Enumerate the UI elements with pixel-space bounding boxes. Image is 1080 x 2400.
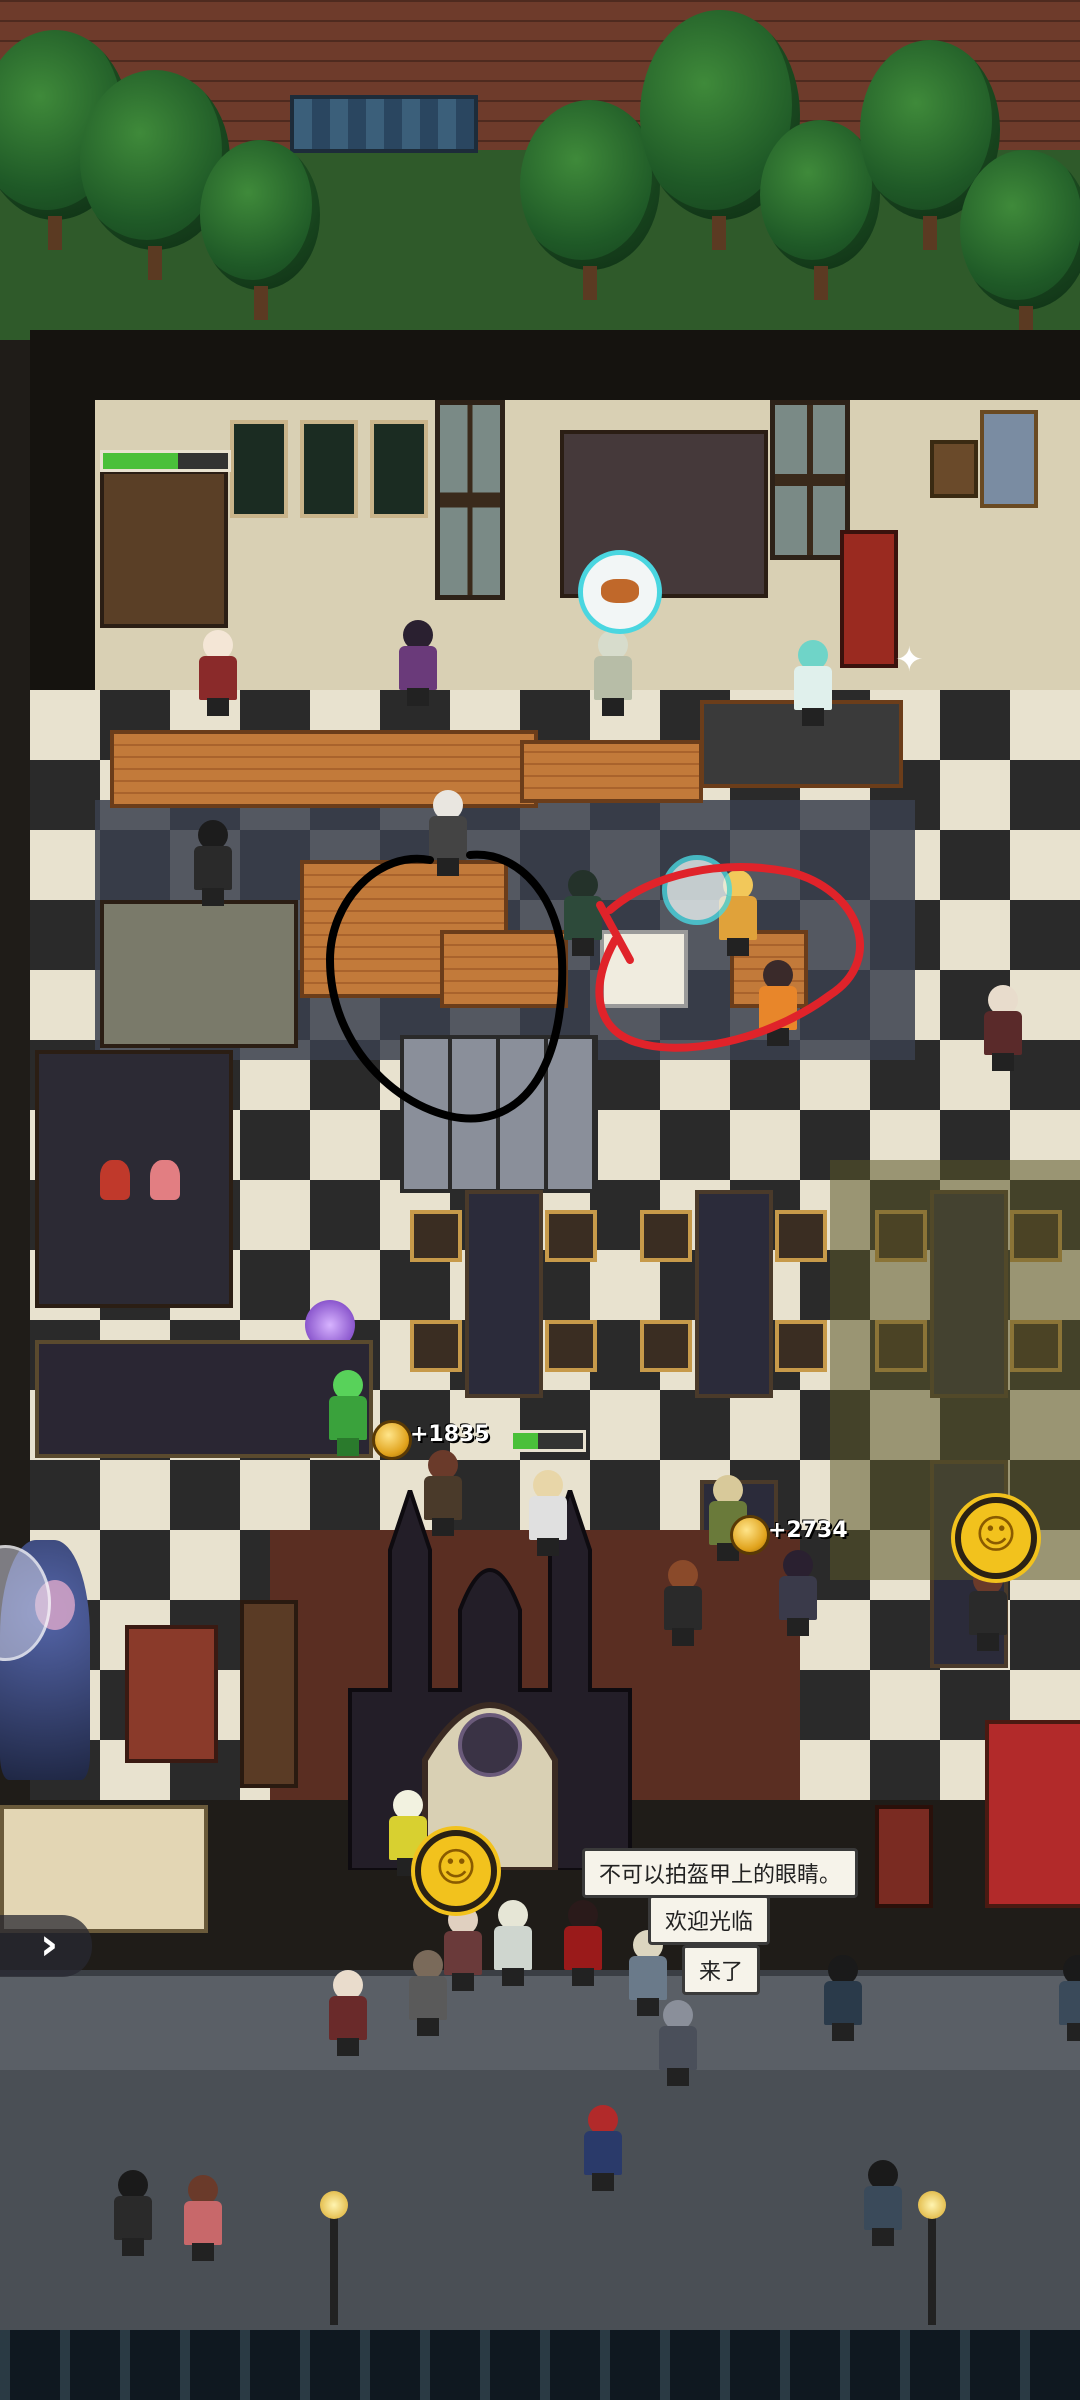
red-tick-annotation (596, 901, 634, 964)
red-circle-annotation (595, 863, 864, 1052)
black-circle-annotation (325, 850, 567, 1123)
game-scene[interactable]: +1835 +2734 ☺ ☺ ✦ 不可以拍盔甲上的眼睛。 欢迎光临 来了 › (0, 0, 1080, 2400)
annotation-layer (325, 850, 864, 1123)
